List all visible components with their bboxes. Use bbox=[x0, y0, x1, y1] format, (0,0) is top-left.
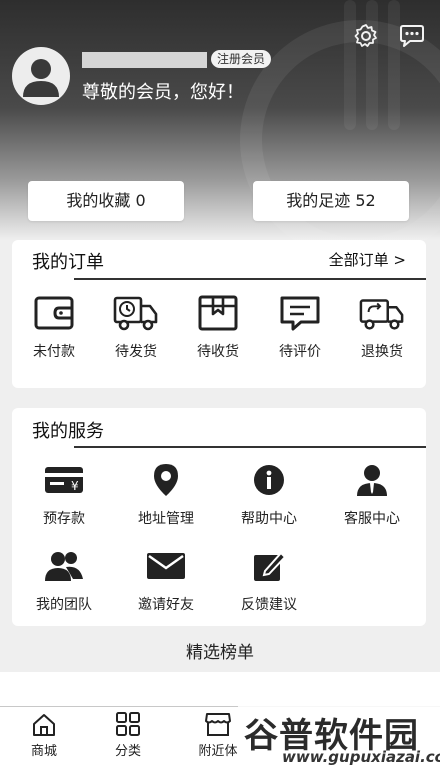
agent-icon bbox=[349, 460, 395, 500]
box-icon bbox=[195, 293, 241, 333]
footprints-button[interactable]: 我的足迹 52 bbox=[253, 181, 409, 221]
orders-title: 我的订单 bbox=[32, 252, 104, 273]
order-returns[interactable]: 退换货 bbox=[342, 293, 422, 361]
header-actions bbox=[352, 22, 426, 50]
comment-icon bbox=[277, 293, 323, 333]
services-title: 我的服务 bbox=[32, 421, 104, 442]
username-redacted bbox=[82, 52, 207, 68]
greeting-text: 尊敬的会员，您好！ bbox=[82, 82, 244, 103]
wallet-icon bbox=[31, 293, 77, 333]
orders-card: 我的订单 全部订单 > 未付款 待发货 待收货 待评价 退换货 bbox=[12, 240, 426, 388]
order-to-ship-label: 待发货 bbox=[115, 344, 157, 360]
team-icon bbox=[41, 546, 87, 586]
service-team[interactable]: 我的团队 bbox=[24, 546, 104, 614]
service-feedback-label: 反馈建议 bbox=[241, 597, 297, 613]
site-watermark: 谷普软件园 www.gupuxiazai.com bbox=[238, 706, 440, 769]
info-icon bbox=[246, 460, 292, 500]
all-orders-link[interactable]: 全部订单 > bbox=[329, 249, 406, 270]
service-prepaid-label: 预存款 bbox=[43, 511, 85, 527]
service-customer-support-label: 客服中心 bbox=[344, 511, 400, 527]
location-pin-icon bbox=[143, 460, 189, 500]
watermark-url: www.gupuxiazai.com bbox=[282, 748, 440, 766]
tab-mall-label: 商城 bbox=[30, 744, 57, 759]
tab-mall[interactable]: 商城 bbox=[0, 707, 88, 759]
member-level-badge: 注册会员 bbox=[211, 50, 272, 68]
order-unpaid[interactable]: 未付款 bbox=[14, 293, 94, 361]
orders-divider bbox=[74, 278, 426, 280]
service-address-label: 地址管理 bbox=[138, 511, 194, 527]
services-card: 我的服务 ¥ 预存款 地址管理 帮助中心 客服中心 我的团队 邀请好友 反馈建议 bbox=[12, 408, 426, 626]
services-divider bbox=[74, 446, 426, 448]
service-team-label: 我的团队 bbox=[36, 597, 92, 613]
service-invite-label: 邀请好友 bbox=[138, 597, 194, 613]
order-to-receive-label: 待收货 bbox=[197, 344, 239, 360]
order-to-review[interactable]: 待评价 bbox=[260, 293, 340, 361]
service-feedback[interactable]: 反馈建议 bbox=[229, 546, 309, 614]
service-help-label: 帮助中心 bbox=[241, 511, 297, 527]
yen-card-icon: ¥ bbox=[41, 460, 87, 500]
tab-category-label: 分类 bbox=[114, 744, 141, 759]
user-silhouette-icon bbox=[23, 59, 59, 97]
background-bars-decoration bbox=[344, 0, 400, 130]
chat-bubble-icon[interactable] bbox=[398, 22, 426, 50]
order-unpaid-label: 未付款 bbox=[33, 344, 75, 360]
envelope-icon bbox=[143, 546, 189, 586]
truck-return-icon bbox=[359, 293, 405, 333]
favorites-button[interactable]: 我的收藏 0 bbox=[28, 181, 184, 221]
grid-icon bbox=[84, 707, 172, 737]
edit-icon bbox=[246, 546, 292, 586]
gear-icon[interactable] bbox=[352, 22, 380, 50]
svg-text:¥: ¥ bbox=[71, 479, 79, 493]
truck-clock-icon bbox=[113, 293, 159, 333]
service-invite[interactable]: 邀请好友 bbox=[126, 546, 206, 614]
tab-category[interactable]: 分类 bbox=[84, 707, 172, 759]
service-customer-support[interactable]: 客服中心 bbox=[332, 460, 412, 528]
home-icon bbox=[0, 707, 88, 737]
service-help[interactable]: 帮助中心 bbox=[229, 460, 309, 528]
order-to-receive[interactable]: 待收货 bbox=[178, 293, 258, 361]
order-to-review-label: 待评价 bbox=[279, 344, 321, 360]
service-address[interactable]: 地址管理 bbox=[126, 460, 206, 528]
avatar[interactable] bbox=[12, 47, 70, 105]
service-prepaid[interactable]: ¥ 预存款 bbox=[24, 460, 104, 528]
order-returns-label: 退换货 bbox=[361, 344, 403, 360]
order-to-ship[interactable]: 待发货 bbox=[96, 293, 176, 361]
featured-list-title: 精选榜单 bbox=[186, 643, 254, 663]
featured-list-area bbox=[0, 672, 440, 706]
